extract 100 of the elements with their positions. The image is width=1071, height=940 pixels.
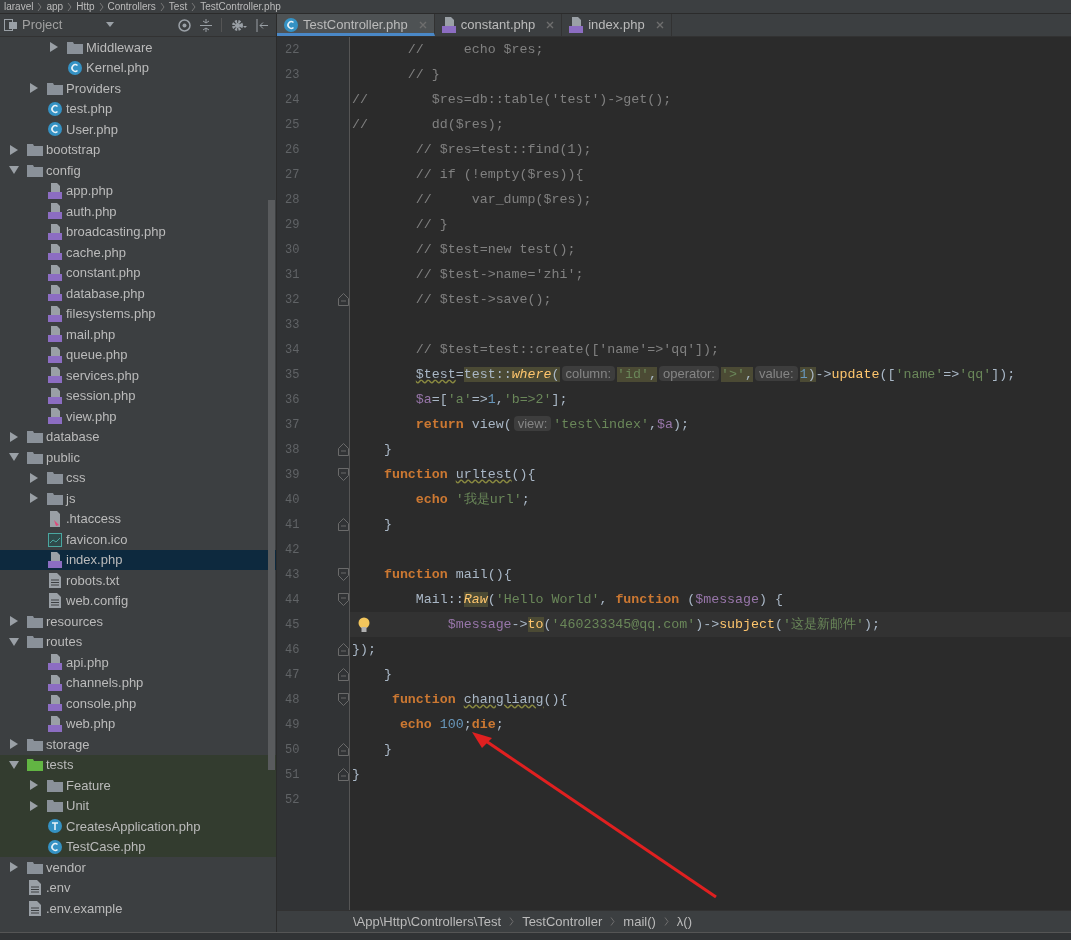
tree-item[interactable]: css — [0, 467, 276, 488]
tree-item[interactable]: web.php — [0, 713, 276, 734]
tree-item[interactable]: constant.php — [0, 262, 276, 283]
code-line: $message->to('460233345@qq.com')->subject('这是新邮件'); — [446, 615, 880, 634]
code-line: } — [382, 440, 392, 459]
fold-marker-icon[interactable] — [338, 443, 349, 456]
settings-icon[interactable] — [231, 18, 247, 32]
collapse-arrow-icon[interactable] — [28, 472, 40, 483]
tree-item[interactable]: app.php — [0, 180, 276, 201]
navigation-item[interactable]: \App\Http\Controllers\Test — [353, 911, 502, 932]
tree-item[interactable]: Providers — [0, 78, 276, 99]
tree-item[interactable]: .env — [0, 877, 276, 898]
tree-item[interactable]: CreatesApplication.php — [0, 816, 276, 837]
tree-item[interactable]: view.php — [0, 406, 276, 427]
tree-item[interactable]: services.php — [0, 365, 276, 386]
fold-marker-icon[interactable] — [338, 693, 349, 706]
tree-item[interactable]: auth.php — [0, 201, 276, 222]
fold-marker-icon[interactable] — [338, 768, 349, 781]
tree-item[interactable]: vendor — [0, 857, 276, 878]
locate-icon[interactable] — [178, 18, 191, 32]
tree-item[interactable]: .env.example — [0, 898, 276, 919]
folder-icon — [46, 491, 63, 505]
tree-item[interactable]: test.php — [0, 98, 276, 119]
code-line: // echo $res; — [406, 40, 544, 59]
scrollbar[interactable] — [268, 200, 275, 770]
tree-item[interactable]: console.php — [0, 693, 276, 714]
fold-marker-icon[interactable] — [338, 468, 349, 481]
collapse-arrow-icon[interactable] — [8, 431, 20, 442]
tree-item[interactable]: session.php — [0, 385, 276, 406]
fold-marker-icon[interactable] — [338, 743, 349, 756]
tree-item[interactable]: mail.php — [0, 324, 276, 345]
tree-item[interactable]: filesystems.php — [0, 303, 276, 324]
tree-item[interactable]: index.php — [0, 549, 276, 570]
collapse-arrow-icon[interactable] — [28, 493, 40, 504]
collapse-arrow-icon[interactable] — [28, 83, 40, 94]
tree-item[interactable]: Feature — [0, 775, 276, 796]
fold-marker-icon[interactable] — [338, 668, 349, 681]
breadcrumb-item[interactable]: Http — [76, 0, 95, 14]
tree-item[interactable]: public — [0, 447, 276, 468]
lightbulb-icon[interactable] — [358, 616, 370, 633]
collapse-arrow-icon[interactable] — [28, 780, 40, 791]
tree-item[interactable]: database.php — [0, 283, 276, 304]
tree-item[interactable]: resources — [0, 611, 276, 632]
collapse-icon[interactable] — [200, 18, 212, 32]
expand-arrow-icon[interactable] — [8, 636, 20, 647]
tree-item[interactable]: bootstrap — [0, 139, 276, 160]
php-file-icon — [47, 715, 62, 732]
chevron-icon — [610, 917, 616, 926]
fold-marker-icon[interactable] — [338, 518, 349, 531]
dropdown-caret-icon[interactable] — [106, 22, 115, 28]
code-line: $test=test::where( column: 'id', operator: '>', value: 1)->update(['name'=>'qq']); — [414, 365, 1016, 385]
navigation-item[interactable]: mail() — [623, 911, 656, 932]
tree-item[interactable]: User.php — [0, 119, 276, 140]
tree-item[interactable]: Unit — [0, 795, 276, 816]
tree-item[interactable]: Kernel.php — [0, 57, 276, 78]
tree-item[interactable]: web.config — [0, 590, 276, 611]
breadcrumb-item[interactable]: Controllers — [107, 0, 156, 14]
tree-item[interactable]: queue.php — [0, 344, 276, 365]
close-icon[interactable] — [546, 21, 555, 29]
collapse-arrow-icon[interactable] — [8, 862, 20, 873]
chevron-icon — [509, 917, 515, 926]
collapse-arrow-icon[interactable] — [28, 800, 40, 811]
expand-arrow-icon[interactable] — [8, 759, 20, 770]
expand-arrow-icon[interactable] — [8, 452, 20, 463]
expand-arrow-icon[interactable] — [8, 165, 20, 176]
breadcrumb-item[interactable]: laravel — [4, 0, 34, 14]
navigation-item[interactable]: TestController — [522, 911, 603, 932]
tree-item[interactable]: cache.php — [0, 242, 276, 263]
fold-marker-icon[interactable] — [338, 293, 349, 306]
tree-item[interactable]: config — [0, 160, 276, 181]
tree-item[interactable]: tests — [0, 754, 276, 775]
tree-item[interactable]: routes — [0, 631, 276, 652]
editor-tab[interactable]: TestController.php — [277, 14, 435, 36]
tree-item[interactable]: favicon.ico — [0, 529, 276, 550]
collapse-arrow-icon[interactable] — [8, 739, 20, 750]
tree-item[interactable]: robots.txt — [0, 570, 276, 591]
hide-panel-icon[interactable] — [256, 18, 268, 32]
tree-item[interactable]: database — [0, 426, 276, 447]
tree-item[interactable]: channels.php — [0, 672, 276, 693]
fold-marker-icon[interactable] — [338, 593, 349, 606]
tree-item[interactable]: .htaccess — [0, 508, 276, 529]
tree-item[interactable]: broadcasting.php — [0, 221, 276, 242]
php-file-icon — [47, 182, 62, 199]
php-file-icon — [569, 17, 584, 33]
breadcrumb-item[interactable]: TestController.php — [200, 0, 281, 14]
fold-marker-icon[interactable] — [338, 643, 349, 656]
collapse-arrow-icon[interactable] — [8, 144, 20, 155]
collapse-arrow-icon[interactable] — [48, 42, 60, 53]
tree-item[interactable]: js — [0, 488, 276, 509]
fold-marker-icon[interactable] — [338, 568, 349, 581]
tree-item[interactable]: Middleware — [0, 37, 276, 58]
tree-item[interactable]: storage — [0, 734, 276, 755]
collapse-arrow-icon[interactable] — [8, 616, 20, 627]
folder-icon — [26, 430, 43, 444]
navigation-item[interactable]: λ() — [676, 911, 692, 932]
breadcrumb-item[interactable]: app — [46, 0, 64, 14]
tree-item[interactable]: TestCase.php — [0, 836, 276, 857]
breadcrumb-item[interactable]: Test — [168, 0, 188, 14]
close-icon[interactable] — [655, 21, 664, 29]
tree-item[interactable]: api.php — [0, 652, 276, 673]
